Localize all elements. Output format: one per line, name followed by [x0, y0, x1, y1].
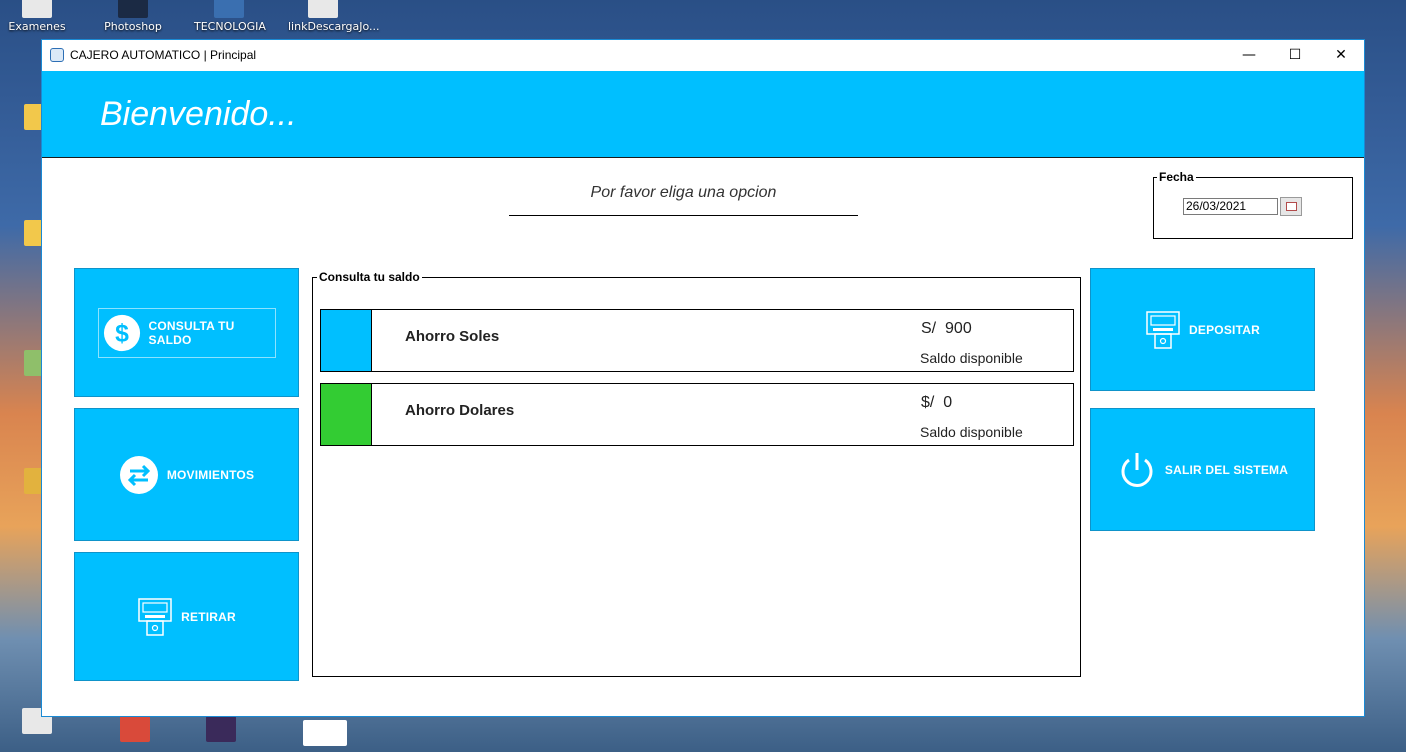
account-color-swatch: [321, 310, 372, 371]
atm-deposit-icon: [1146, 310, 1180, 349]
desktop-icon-label: linkDescargaJo...: [288, 20, 380, 33]
maximize-icon: ☐: [1288, 47, 1302, 63]
account-card-dolares[interactable]: Ahorro Dolares $/ 0 Saldo disponible: [320, 383, 1074, 446]
text-file-icon: [308, 0, 338, 18]
photoshop-icon: [118, 0, 148, 18]
account-card-soles[interactable]: Ahorro Soles S/ 900 Saldo disponible: [320, 309, 1074, 372]
consulta-saldo-button[interactable]: $ CONSULTA TU SALDO: [74, 268, 299, 397]
close-icon: ✕: [1335, 47, 1347, 63]
depositar-label: DEPOSITAR: [1189, 322, 1260, 337]
desktop-icon-link[interactable]: linkDescargaJo...: [288, 0, 380, 33]
salir-sistema-button[interactable]: SALIR DEL SISTEMA: [1090, 408, 1315, 531]
consulta-saldo-panel: Consulta tu saldo Ahorro Soles S/ 900 Sa…: [312, 270, 1081, 677]
fecha-group: Fecha 26/03/2021: [1153, 170, 1353, 239]
close-button[interactable]: ✕: [1318, 40, 1364, 70]
choose-option-prompt: Por favor eliga una opcion: [590, 184, 777, 201]
retirar-label: RETIRAR: [181, 609, 236, 624]
desktop-shortcut[interactable]: [186, 716, 256, 744]
balance-caption: Saldo disponible: [920, 350, 1023, 366]
power-icon: [1121, 452, 1153, 487]
balance-amount: 0: [943, 394, 953, 411]
minimize-button[interactable]: —: [1226, 40, 1272, 70]
currency-symbol: $/: [921, 394, 935, 411]
window-controls: — ☐ ✕: [1226, 40, 1364, 70]
shortcut-icon: [206, 716, 236, 742]
desktop-icon-tecnologia[interactable]: TECNOLOGIA: [194, 0, 266, 33]
movimientos-button[interactable]: MOVIMIENTOS: [74, 408, 299, 541]
svg-text:$: $: [115, 320, 129, 347]
app-icon: [50, 48, 64, 62]
fecha-legend: Fecha: [1157, 170, 1196, 184]
transfer-arrows-icon: [119, 455, 158, 494]
desktop-icon-examenes[interactable]: Examenes: [2, 0, 72, 33]
currency-symbol: S/: [921, 320, 937, 337]
depositar-button[interactable]: DEPOSITAR: [1090, 268, 1315, 391]
minimize-icon: —: [1242, 47, 1256, 63]
retirar-button[interactable]: RETIRAR: [74, 552, 299, 681]
welcome-title: Bienvenido...: [100, 95, 297, 133]
desktop-icon-label: TECNOLOGIA: [194, 20, 266, 33]
title-bar[interactable]: CAJERO AUTOMATICO | Principal — ☐ ✕: [42, 40, 1364, 70]
window-title: CAJERO AUTOMATICO | Principal: [70, 48, 257, 62]
balance-caption: Saldo disponible: [920, 424, 1023, 440]
desktop-shortcut[interactable]: [100, 716, 170, 744]
desktop-icon-photoshop[interactable]: Photoshop: [98, 0, 168, 33]
balance-amount: 900: [945, 320, 972, 337]
prompt-underline: [509, 215, 858, 216]
calendar-button[interactable]: [1280, 197, 1302, 216]
salir-sistema-label: SALIR DEL SISTEMA: [1164, 462, 1289, 477]
account-color-swatch: [321, 384, 372, 445]
movimientos-label: MOVIMIENTOS: [166, 467, 255, 482]
account-balance: S/ 900: [921, 320, 972, 338]
screen-icon: [303, 720, 347, 746]
code-folder-icon: [214, 0, 244, 18]
consulta-panel-legend: Consulta tu saldo: [317, 270, 422, 284]
desktop-icon-label: Photoshop: [104, 20, 162, 33]
account-name: Ahorro Soles: [405, 328, 500, 345]
atm-icon: [138, 597, 172, 636]
dollar-icon: $: [103, 314, 140, 351]
welcome-banner: Bienvenido...: [42, 71, 1364, 158]
maximize-button[interactable]: ☐: [1272, 40, 1318, 70]
desktop-icon-label: Examenes: [8, 20, 66, 33]
document-icon: [22, 0, 52, 18]
account-name: Ahorro Dolares: [405, 402, 515, 419]
shortcut-icon: [120, 716, 150, 742]
calendar-icon: [1285, 202, 1297, 211]
focus-rect: $ CONSULTA TU SALDO: [97, 307, 276, 358]
account-balance: $/ 0: [921, 394, 952, 412]
app-window: CAJERO AUTOMATICO | Principal — ☐ ✕ Bien…: [41, 39, 1365, 717]
consulta-saldo-label: CONSULTA TU SALDO: [148, 318, 235, 347]
date-field[interactable]: 26/03/2021: [1183, 198, 1278, 215]
desktop-shortcut[interactable]: [290, 720, 360, 748]
